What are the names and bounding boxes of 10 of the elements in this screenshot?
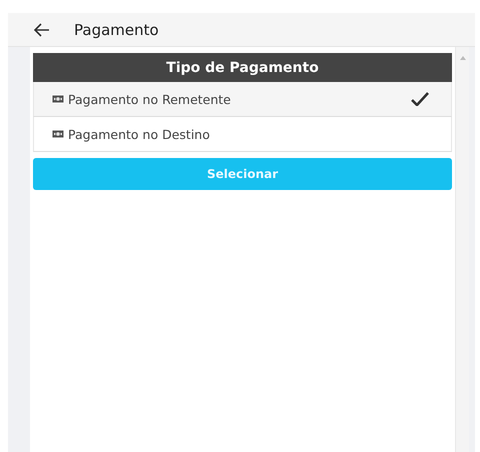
- payment-option[interactable]: Pagamento no Remetente: [33, 82, 452, 117]
- payment-option[interactable]: Pagamento no Destino: [33, 117, 452, 152]
- scroll-up-icon[interactable]: [460, 56, 466, 60]
- scrollbar[interactable]: [455, 47, 469, 452]
- back-arrow-icon[interactable]: [34, 22, 50, 36]
- money-icon: [52, 130, 64, 138]
- page-title: Pagamento: [74, 20, 159, 38]
- list-header: Tipo de Pagamento: [33, 53, 452, 82]
- money-icon: [52, 95, 64, 103]
- checkmark-icon: [411, 92, 429, 106]
